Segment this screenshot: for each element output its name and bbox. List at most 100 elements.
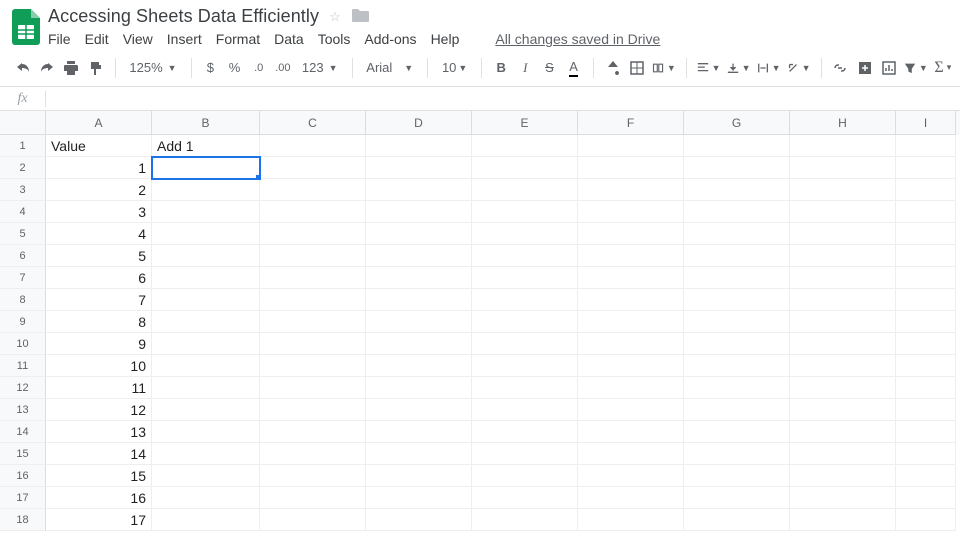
- insert-chart-icon[interactable]: [880, 56, 898, 80]
- cell-H16[interactable]: [790, 465, 896, 487]
- star-icon[interactable]: ☆: [329, 9, 341, 25]
- row-header[interactable]: 13: [0, 399, 46, 421]
- cell-C10[interactable]: [260, 333, 366, 355]
- menu-tools[interactable]: Tools: [318, 31, 351, 47]
- cell-G9[interactable]: [684, 311, 790, 333]
- cell-F4[interactable]: [578, 201, 684, 223]
- cell-F10[interactable]: [578, 333, 684, 355]
- filter-icon[interactable]: ▼: [904, 56, 928, 80]
- bold-button[interactable]: B: [492, 56, 510, 80]
- cell-E1[interactable]: [472, 135, 578, 157]
- cell-C2[interactable]: [260, 157, 366, 179]
- cell-E13[interactable]: [472, 399, 578, 421]
- column-header-F[interactable]: F: [578, 111, 684, 135]
- cell-C1[interactable]: [260, 135, 366, 157]
- row-header[interactable]: 1: [0, 135, 46, 157]
- increase-decimal-button[interactable]: .00: [274, 56, 292, 80]
- cell-B12[interactable]: [152, 377, 260, 399]
- cell-H1[interactable]: [790, 135, 896, 157]
- cell-I9[interactable]: [896, 311, 956, 333]
- cell-F18[interactable]: [578, 509, 684, 531]
- cell-E12[interactable]: [472, 377, 578, 399]
- menu-format[interactable]: Format: [216, 31, 260, 47]
- cell-H13[interactable]: [790, 399, 896, 421]
- cell-F3[interactable]: [578, 179, 684, 201]
- cell-G4[interactable]: [684, 201, 790, 223]
- cell-F7[interactable]: [578, 267, 684, 289]
- cell-A4[interactable]: 3: [46, 201, 152, 223]
- cell-B16[interactable]: [152, 465, 260, 487]
- cell-F15[interactable]: [578, 443, 684, 465]
- row-header[interactable]: 16: [0, 465, 46, 487]
- cell-E11[interactable]: [472, 355, 578, 377]
- cell-C18[interactable]: [260, 509, 366, 531]
- cell-A15[interactable]: 14: [46, 443, 152, 465]
- row-header[interactable]: 6: [0, 245, 46, 267]
- cell-C11[interactable]: [260, 355, 366, 377]
- cell-H12[interactable]: [790, 377, 896, 399]
- cell-E8[interactable]: [472, 289, 578, 311]
- cell-A1[interactable]: Value: [46, 135, 152, 157]
- cell-F2[interactable]: [578, 157, 684, 179]
- italic-button[interactable]: I: [516, 56, 534, 80]
- cell-D1[interactable]: [366, 135, 472, 157]
- doc-title[interactable]: Accessing Sheets Data Efficiently: [48, 6, 319, 27]
- cell-H5[interactable]: [790, 223, 896, 245]
- cell-I2[interactable]: [896, 157, 956, 179]
- undo-icon[interactable]: [14, 56, 32, 80]
- print-icon[interactable]: [62, 56, 80, 80]
- cell-C3[interactable]: [260, 179, 366, 201]
- cell-F5[interactable]: [578, 223, 684, 245]
- cell-B17[interactable]: [152, 487, 260, 509]
- cell-H3[interactable]: [790, 179, 896, 201]
- cell-D9[interactable]: [366, 311, 472, 333]
- row-header[interactable]: 12: [0, 377, 46, 399]
- menu-help[interactable]: Help: [431, 31, 460, 47]
- font-dropdown[interactable]: Arial▼: [362, 60, 417, 75]
- cell-I4[interactable]: [896, 201, 956, 223]
- cell-D17[interactable]: [366, 487, 472, 509]
- cell-F8[interactable]: [578, 289, 684, 311]
- cell-H17[interactable]: [790, 487, 896, 509]
- cell-I5[interactable]: [896, 223, 956, 245]
- fill-color-icon[interactable]: [603, 56, 621, 80]
- column-header-D[interactable]: D: [366, 111, 472, 135]
- cell-A8[interactable]: 7: [46, 289, 152, 311]
- cell-E2[interactable]: [472, 157, 578, 179]
- menu-addons[interactable]: Add-ons: [364, 31, 416, 47]
- row-header[interactable]: 3: [0, 179, 46, 201]
- cell-G1[interactable]: [684, 135, 790, 157]
- cell-F6[interactable]: [578, 245, 684, 267]
- paint-format-icon[interactable]: [86, 56, 104, 80]
- row-header[interactable]: 17: [0, 487, 46, 509]
- cell-I11[interactable]: [896, 355, 956, 377]
- cell-D2[interactable]: [366, 157, 472, 179]
- cell-I6[interactable]: [896, 245, 956, 267]
- cell-A11[interactable]: 10: [46, 355, 152, 377]
- cell-E15[interactable]: [472, 443, 578, 465]
- cell-H11[interactable]: [790, 355, 896, 377]
- cell-G2[interactable]: [684, 157, 790, 179]
- spreadsheet-grid[interactable]: ABCDEFGHI1ValueAdd 121324354657687981091…: [0, 111, 960, 531]
- cell-B9[interactable]: [152, 311, 260, 333]
- cell-D5[interactable]: [366, 223, 472, 245]
- merge-cells-icon[interactable]: ▼: [652, 56, 676, 80]
- cell-B2[interactable]: [152, 157, 260, 179]
- cell-E7[interactable]: [472, 267, 578, 289]
- cell-I15[interactable]: [896, 443, 956, 465]
- cell-A18[interactable]: 17: [46, 509, 152, 531]
- cell-H8[interactable]: [790, 289, 896, 311]
- borders-icon[interactable]: [628, 56, 646, 80]
- cell-H10[interactable]: [790, 333, 896, 355]
- cell-B13[interactable]: [152, 399, 260, 421]
- cell-D12[interactable]: [366, 377, 472, 399]
- cell-H15[interactable]: [790, 443, 896, 465]
- cell-G13[interactable]: [684, 399, 790, 421]
- cell-D8[interactable]: [366, 289, 472, 311]
- cell-I3[interactable]: [896, 179, 956, 201]
- cell-B1[interactable]: Add 1: [152, 135, 260, 157]
- cell-C17[interactable]: [260, 487, 366, 509]
- cell-D3[interactable]: [366, 179, 472, 201]
- cell-C12[interactable]: [260, 377, 366, 399]
- cell-A3[interactable]: 2: [46, 179, 152, 201]
